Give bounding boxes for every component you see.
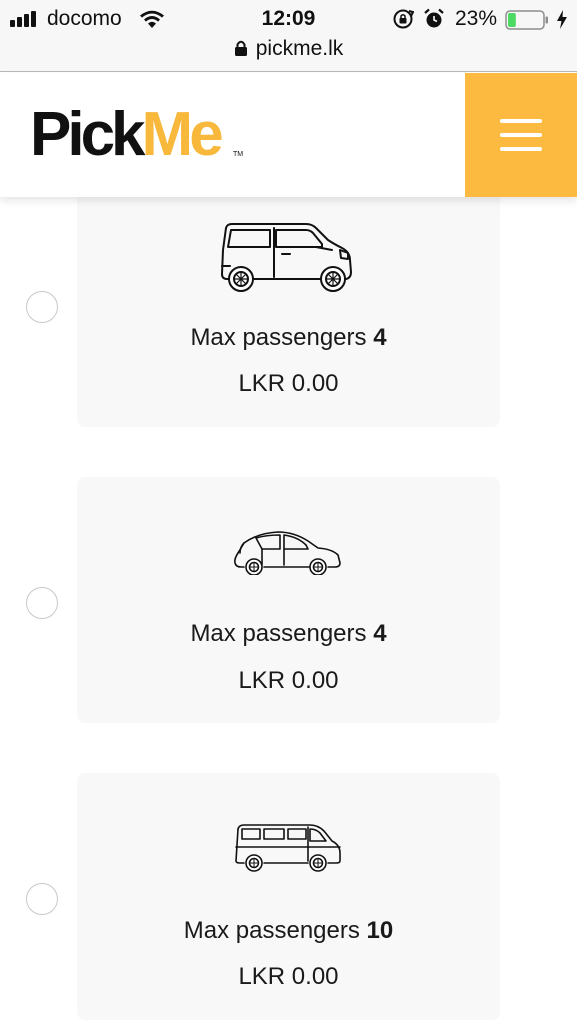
max-passengers-text: Max passengers 4 <box>190 324 387 351</box>
battery-percentage: 23% <box>455 7 498 30</box>
battery-icon <box>505 10 548 30</box>
page-url: pickme.lk <box>255 37 344 60</box>
status-bar: docomo 12:09 23% pickme.lk <box>0 0 577 72</box>
fare-price: LKR 0.00 <box>238 370 339 397</box>
hamburger-menu-icon <box>500 119 542 123</box>
passenger-count: 10 <box>366 917 394 944</box>
address-bar[interactable]: pickme.lk <box>0 36 577 62</box>
alarm-icon <box>424 8 444 28</box>
pickme-logo[interactable]: PickMe TM <box>30 103 245 167</box>
lock-icon <box>234 40 247 56</box>
vehicle-radio[interactable] <box>26 587 58 619</box>
vehicle-card[interactable]: Max passengers 4 LKR 0.00 <box>77 477 500 723</box>
vehicle-card[interactable]: Max passengers 10 LKR 0.00 <box>77 773 500 1020</box>
fare-price: LKR 0.00 <box>238 963 339 990</box>
hamburger-menu-icon <box>500 133 542 137</box>
logo-wordmark: PickMe <box>30 100 224 169</box>
minivan-icon <box>221 223 352 292</box>
passenger-count: 4 <box>373 324 387 351</box>
passenger-count: 4 <box>373 620 387 647</box>
fare-price: LKR 0.00 <box>238 667 339 694</box>
vehicle-card[interactable]: Max passengers 4 LKR 0.00 <box>77 160 500 427</box>
max-passengers-text: Max passengers 10 <box>183 917 394 944</box>
max-passengers-text: Max passengers 4 <box>190 620 387 647</box>
charging-bolt-icon <box>557 10 567 29</box>
hamburger-menu-button[interactable] <box>465 73 577 197</box>
site-header: PickMe TM <box>0 73 577 197</box>
van-icon <box>235 824 341 872</box>
trademark-mark: TM <box>233 151 244 158</box>
hatchback-car-icon <box>234 531 341 575</box>
hamburger-menu-icon <box>500 147 542 151</box>
orientation-lock-icon <box>393 9 414 29</box>
vehicle-radio[interactable] <box>26 883 58 915</box>
vehicle-radio[interactable] <box>26 291 58 323</box>
